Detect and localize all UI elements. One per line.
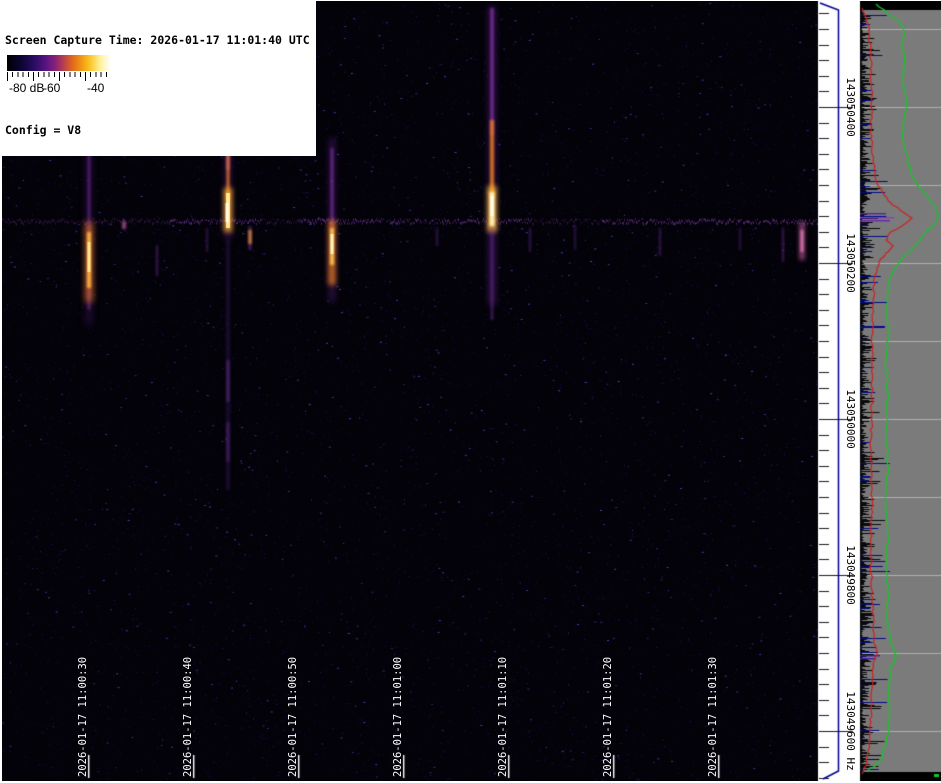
- freq-axis-label: 143049600 Hz: [844, 691, 857, 771]
- colorbar-label: -80 dB: [9, 81, 45, 95]
- time-axis-label: 2026-01-17 11:01:20: [602, 656, 614, 777]
- colorbar-tick-ruler: [7, 72, 111, 81]
- freq-axis-label: 143049800: [844, 545, 857, 605]
- capture-time-text: Screen Capture Time: 2026-01-17 11:01:40…: [5, 33, 310, 47]
- time-axis-label: 2026-01-17 11:00:40: [182, 656, 194, 777]
- freq-axis-label: 143050200: [844, 233, 857, 293]
- colorbar-gradient: [7, 55, 111, 71]
- time-axis-label: 2026-01-17 11:00:50: [287, 656, 299, 777]
- freq-axis-label: 143050000: [844, 389, 857, 449]
- time-axis-label: 2026-01-17 11:01:00: [392, 656, 404, 777]
- colorbar-label: -60: [43, 81, 61, 95]
- time-axis-label: 2026-01-17 11:01:30: [707, 656, 719, 777]
- freq-axis-label: 143050400: [844, 77, 857, 137]
- colorbar-label: -40: [87, 81, 105, 95]
- color-scale-legend: -80 dB -60 -40: [5, 53, 113, 98]
- capture-config-text: Config = V8: [5, 123, 82, 137]
- time-axis-label: 2026-01-17 11:00:30: [77, 656, 89, 777]
- time-axis-label: 2026-01-17 11:01:10: [497, 656, 509, 777]
- colorbar-labels: -80 dB -60 -40: [7, 81, 113, 97]
- spectrum-lab-screen-capture: { "overlay": { "line1": "Screen Capture …: [0, 0, 941, 783]
